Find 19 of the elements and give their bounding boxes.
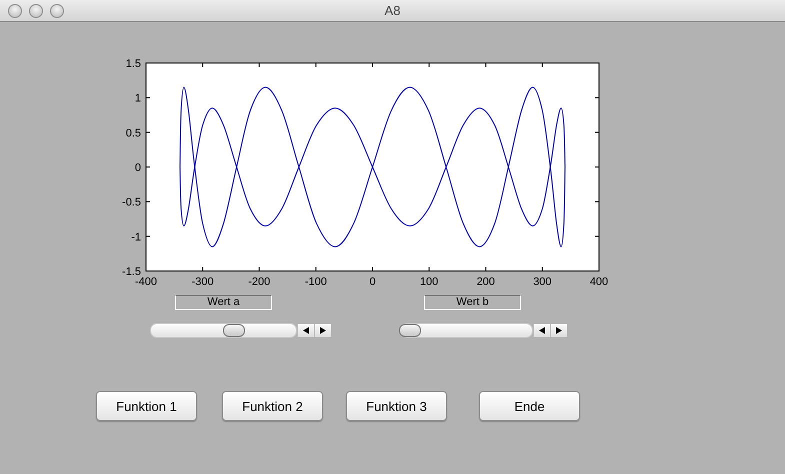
x-tick-label: -300 [192,276,214,288]
x-tick-label: -200 [248,276,270,288]
window-title: A8 [384,3,400,18]
y-tick-label: -0.5 [122,196,141,209]
x-tick-label: 0 [369,276,376,288]
x-tick-label: 300 [533,276,552,288]
value-label: Wert a [175,295,272,310]
x-tick-label: 400 [590,276,608,288]
y-tick-label: 0 [134,162,141,174]
y-tick-label: -1.5 [122,266,141,278]
value-label: Wert b [424,295,521,310]
x-tick-label: 100 [420,276,438,288]
y-tick-label: 1.5 [126,58,141,70]
y-tick-label: 1 [134,92,141,105]
y-tick-label: -1 [131,231,141,244]
x-tick-label: -100 [304,276,327,288]
x-tick-label: 200 [476,276,495,288]
x-tick-label: -400 [134,276,158,288]
y-tick-label: 0.5 [126,127,141,140]
